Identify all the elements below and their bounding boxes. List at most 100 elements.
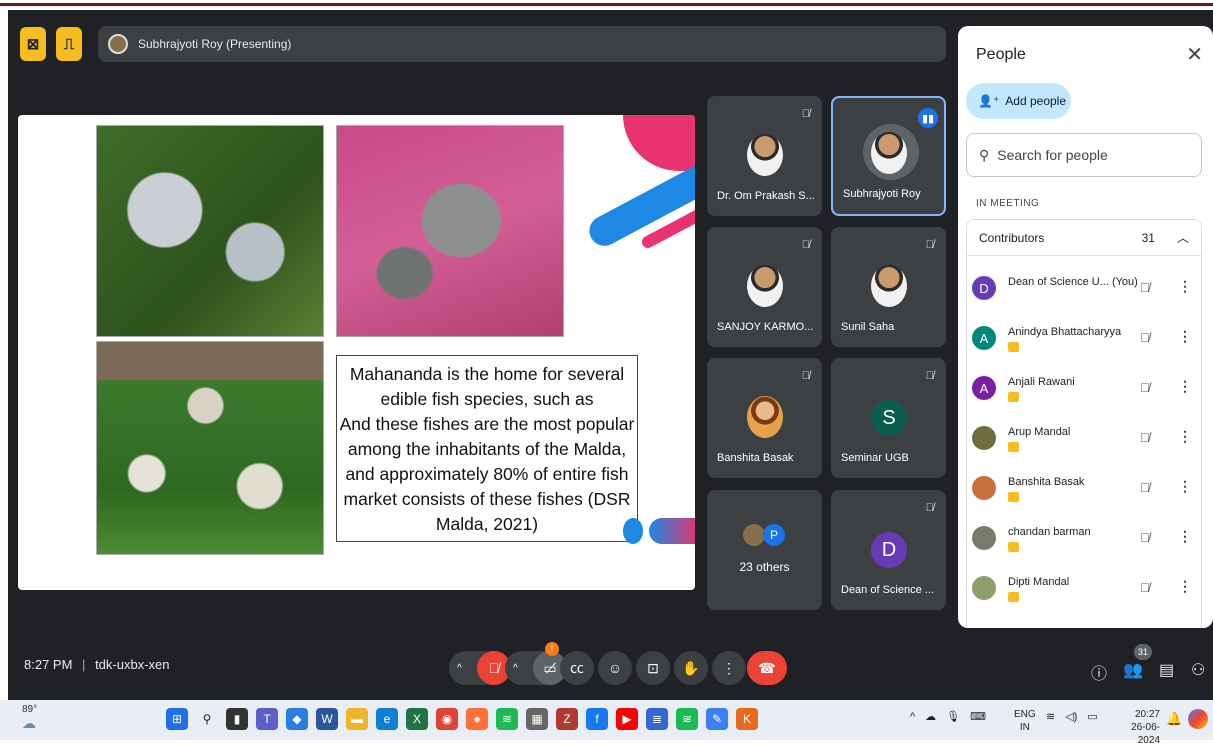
file-explorer-icon[interactable]: ▬ bbox=[346, 708, 368, 730]
wifi-icon[interactable]: ≋ bbox=[1046, 710, 1055, 723]
task-view-icon[interactable]: ▮ bbox=[226, 708, 248, 730]
captions-icon[interactable]: ㏄ bbox=[560, 651, 594, 685]
participant-tile[interactable]: 🎙̸ Sunil Saha bbox=[831, 227, 946, 347]
participant-tile[interactable]: 🎙̸ D Dean of Science ... bbox=[831, 490, 946, 610]
firefox-icon[interactable]: ● bbox=[466, 708, 488, 730]
more-options-icon[interactable]: ⋮ bbox=[1178, 528, 1192, 545]
mic-off-icon[interactable]: 🎙̸ bbox=[1140, 430, 1150, 445]
lang-code: ENG bbox=[1014, 709, 1036, 720]
list-item[interactable]: chandan barman 🎙̸ ⋮ bbox=[972, 520, 1194, 560]
language-indicator[interactable]: ENG IN bbox=[1014, 708, 1036, 734]
mic-off-icon: 🎙̸ bbox=[925, 370, 934, 382]
participant-tile[interactable]: 🎙̸ Dr. Om Prakash S... bbox=[707, 96, 822, 216]
calculator-icon[interactable]: ▦ bbox=[526, 708, 548, 730]
participant-tile[interactable]: 🎙̸ Banshita Basak bbox=[707, 358, 822, 478]
mic-off-icon[interactable]: 🎙̸ bbox=[1140, 380, 1150, 395]
list-item[interactable]: A Anjali Rawani 🎙̸ ⋮ bbox=[972, 370, 1194, 410]
search-placeholder: Search for people bbox=[997, 147, 1108, 163]
chat-icon[interactable]: ▤ bbox=[1159, 660, 1174, 680]
search-input[interactable]: ⚲ Search for people bbox=[966, 133, 1202, 177]
contributors-header[interactable]: Contributors 31 ︿ bbox=[967, 220, 1201, 256]
list-item[interactable]: Banshita Basak 🎙̸ ⋮ bbox=[972, 470, 1194, 510]
taskbar-apps: ⊞ ⚲ ▮ T ◆ W ▬ e X ◉ ● ≋ ▦ Z f ▶ ≣ ≋ ✎ K bbox=[166, 708, 758, 730]
app-icon[interactable]: ✎ bbox=[706, 708, 728, 730]
excel-icon[interactable]: X bbox=[406, 708, 428, 730]
cloud-sync-icon[interactable]: ☁ bbox=[925, 710, 936, 723]
emoji-icon[interactable]: ☺ bbox=[598, 651, 632, 685]
search-icon: ⚲ bbox=[979, 146, 990, 163]
notification-icon[interactable]: 🔔 bbox=[1166, 711, 1182, 727]
app-icon[interactable]: K bbox=[736, 708, 758, 730]
leave-call-button[interactable]: ☎ bbox=[747, 651, 787, 685]
more-options-icon[interactable]: ⋮ bbox=[1178, 378, 1192, 395]
present-screen-icon[interactable]: ⊡ bbox=[636, 651, 670, 685]
participant-tile[interactable]: 🎙̸ SANJOY KARMO... bbox=[707, 227, 822, 347]
participant-tile[interactable]: 🎙̸ S Seminar UGB bbox=[831, 358, 946, 478]
chrome-icon[interactable]: ◉ bbox=[436, 708, 458, 730]
activities-icon[interactable]: ⚇ bbox=[1191, 660, 1205, 680]
list-item[interactable]: D Dean of Science U... (You) 🎙̸ ⋮ bbox=[972, 270, 1194, 310]
youtube-icon[interactable]: ▶ bbox=[616, 708, 638, 730]
more-options-icon[interactable]: ⋮ bbox=[1178, 428, 1192, 445]
volume-icon[interactable]: ◁) bbox=[1065, 710, 1077, 723]
camera-button[interactable]: ^ ▭̸ bbox=[505, 651, 567, 685]
copilot-icon[interactable] bbox=[1188, 709, 1208, 729]
microphone-button[interactable]: ^ 🎙̸ bbox=[449, 651, 511, 685]
network-tray: ≋ ◁) ▭ bbox=[1046, 710, 1098, 723]
avatar bbox=[747, 134, 783, 176]
keyboard-icon[interactable]: ⌨ bbox=[970, 710, 986, 723]
spotify-icon[interactable]: ≋ bbox=[496, 708, 518, 730]
mic-off-icon[interactable]: 🎙̸ bbox=[1140, 330, 1150, 345]
list-item[interactable]: Dipti Mandal 🎙̸ ⋮ bbox=[972, 570, 1194, 610]
chevron-up-icon[interactable]: ^ bbox=[457, 663, 462, 674]
meeting-info: 8:27 PM | tdk-uxbx-xen bbox=[24, 657, 170, 672]
mic-off-icon[interactable]: 🎙̸ bbox=[1140, 280, 1150, 295]
search-icon[interactable]: ⚲ bbox=[196, 708, 218, 730]
app-icon[interactable]: ◆ bbox=[286, 708, 308, 730]
raise-hand-icon[interactable]: ✋ bbox=[674, 651, 708, 685]
app-icon[interactable]: Z bbox=[556, 708, 578, 730]
more-options-icon[interactable]: ⋮ bbox=[1178, 478, 1192, 495]
avatar bbox=[972, 476, 996, 500]
spotify-icon[interactable]: ≋ bbox=[676, 708, 698, 730]
participant-tile[interactable]: ▮▮ Subhrajyoti Roy bbox=[831, 96, 946, 216]
list-item[interactable]: Arup Mandal 🎙̸ ⋮ bbox=[972, 420, 1194, 460]
battery-icon[interactable]: ▭ bbox=[1087, 710, 1097, 723]
avatar: D bbox=[972, 276, 996, 300]
participant-name: SANJOY KARMO... bbox=[717, 321, 814, 333]
avatar bbox=[743, 524, 765, 546]
more-options-icon[interactable]: ⋮ bbox=[1178, 278, 1192, 295]
more-options-icon[interactable]: ⋮ bbox=[1178, 578, 1192, 595]
others-tile[interactable]: P 23 others bbox=[707, 490, 822, 610]
slide-text: Mahananda is the home for several edible… bbox=[336, 355, 638, 542]
mic-off-icon[interactable]: 🎙̸ bbox=[1140, 580, 1150, 595]
mic-off-icon: 🎙̸ bbox=[925, 502, 934, 514]
teams-icon[interactable]: T bbox=[256, 708, 278, 730]
host-badge-icon bbox=[1008, 442, 1019, 452]
start-icon[interactable]: ⊞ bbox=[166, 708, 188, 730]
edge-icon[interactable]: e bbox=[376, 708, 398, 730]
notes-icon[interactable]: ≣ bbox=[646, 708, 668, 730]
participant-name: Sunil Saha bbox=[841, 321, 895, 333]
group-count: 31 bbox=[1141, 230, 1155, 245]
list-item[interactable]: A Anindya Bhattacharyya 🎙̸ ⋮ bbox=[972, 320, 1194, 360]
clock[interactable]: 20:27 26-06-2024 bbox=[1110, 708, 1160, 747]
pin-presentation-icon[interactable]: ⎍ bbox=[56, 27, 82, 61]
stop-presenting-icon[interactable]: ⊠ bbox=[20, 27, 46, 61]
chevron-up-icon[interactable]: ︿ bbox=[1177, 229, 1189, 246]
section-label: IN MEETING bbox=[976, 198, 1040, 209]
close-icon[interactable]: ✕ bbox=[1186, 42, 1203, 67]
mic-off-icon[interactable]: 🎙̸ bbox=[1140, 530, 1150, 545]
chevron-up-icon[interactable]: ^ bbox=[910, 711, 915, 723]
weather-widget[interactable]: 89° ☁ bbox=[22, 704, 37, 732]
facebook-icon[interactable]: f bbox=[586, 708, 608, 730]
chevron-up-icon[interactable]: ^ bbox=[513, 663, 518, 674]
info-icon[interactable]: ⓘ bbox=[1091, 660, 1107, 684]
word-icon[interactable]: W bbox=[316, 708, 338, 730]
people-icon[interactable]: 👥 bbox=[1123, 660, 1143, 680]
add-people-button[interactable]: 👤⁺ Add people bbox=[966, 83, 1071, 119]
more-options-icon[interactable]: ⋮ bbox=[712, 651, 746, 685]
mic-off-icon[interactable]: 🎙̸ bbox=[1140, 480, 1150, 495]
more-options-icon[interactable]: ⋮ bbox=[1178, 328, 1192, 345]
microphone-icon[interactable]: 🎙 bbox=[946, 710, 960, 723]
